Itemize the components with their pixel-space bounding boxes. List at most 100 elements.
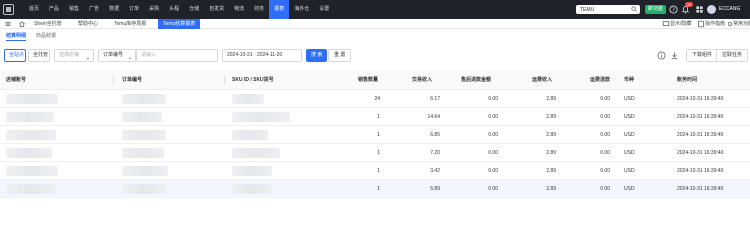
date-range-picker[interactable]: 2024-10-21 - 2024-11-20 <box>222 49 302 62</box>
table-row[interactable]: 1 14.64 0.00 2.89 0.00 USD 2024-10-31 16… <box>0 108 750 126</box>
download-icon[interactable] <box>670 51 679 60</box>
nav-item-settings[interactable]: 设置 <box>314 0 334 19</box>
site-filter-text[interactable]: 全托管 <box>28 49 50 62</box>
column-divider[interactable] <box>224 75 225 85</box>
help-icon[interactable]: ? <box>669 5 678 14</box>
page-tab-bar: Shein全托管 帮助中心 Temu库存周报 Temu结算报表 显示/隐藏 操作… <box>0 19 750 29</box>
col-store-account[interactable]: 店铺账号 <box>6 70 26 90</box>
nav-item-orders[interactable]: 订单 <box>124 0 144 19</box>
guide-icon[interactable] <box>697 20 705 28</box>
global-search-input[interactable] <box>580 6 628 13</box>
store-account-cell <box>6 184 56 194</box>
currency-cell: USD <box>624 132 635 138</box>
tab-help-center[interactable]: 帮助中心 <box>78 19 98 29</box>
tab-temu-settlement[interactable]: Temu结算报表 <box>158 19 201 29</box>
subtab-product-finance[interactable]: 商品财报 <box>36 32 56 40</box>
income-cell: 6.85 <box>430 132 440 138</box>
sku-cell <box>232 166 272 176</box>
nav-item-warehouse[interactable]: 仓储 <box>184 0 204 19</box>
grid-icon[interactable] <box>695 5 704 14</box>
nav-item-purchase[interactable]: 采购 <box>144 0 164 19</box>
order-number-cell <box>122 94 166 104</box>
order-number-cell <box>122 130 166 140</box>
store-select[interactable]: 选择店铺 ▼ <box>54 49 94 62</box>
info-icon[interactable] <box>657 51 666 60</box>
sku-cell <box>232 94 264 104</box>
col-shipping-income[interactable]: 运费收入 <box>532 70 552 90</box>
col-qty[interactable]: 销售数量 <box>358 70 378 90</box>
nav-item-overseas-warehouse[interactable]: 海外仓 <box>289 0 314 19</box>
site-select[interactable]: 全站点 <box>4 49 26 62</box>
table-row[interactable]: 1 7.20 0.00 2.89 0.00 USD 2024-10-31 16:… <box>0 144 750 162</box>
nav-item-first-leg[interactable]: 头程 <box>164 0 184 19</box>
nav-item-data[interactable]: 数据 <box>104 0 124 19</box>
sku-cell <box>232 184 272 194</box>
shipping-income-cell: 2.89 <box>546 150 556 156</box>
shipping-income-cell: 2.89 <box>546 96 556 102</box>
search-icon[interactable] <box>631 6 637 12</box>
col-sku[interactable]: SKU ID / SKU货号 <box>232 70 274 90</box>
avatar[interactable] <box>707 5 716 14</box>
col-refund[interactable]: 售后退款金额 <box>461 70 491 90</box>
qty-cell: 1 <box>377 168 380 174</box>
table-row[interactable]: 1 3.42 0.00 2.89 0.00 USD 2024-10-31 16:… <box>0 162 750 180</box>
nav-item-logistics[interactable]: 物流 <box>229 0 249 19</box>
nav-item-reports[interactable]: 报表 <box>269 0 290 19</box>
accounting-time-cell: 2024-10-31 16:39:40 <box>677 96 724 102</box>
subtab-settlement-detail[interactable]: 结算明细 <box>6 32 27 41</box>
nav-item-self-ship[interactable]: 自发货 <box>204 0 229 19</box>
svg-text:?: ? <box>672 7 675 13</box>
tab-shein[interactable]: Shein全托管 <box>34 19 62 29</box>
date-separator: - <box>253 52 256 58</box>
export-task-button[interactable]: 拉取任务 <box>716 49 749 62</box>
date-end[interactable]: 2024-11-20 <box>257 52 282 58</box>
col-currency[interactable]: 币种 <box>624 70 634 90</box>
store-account-cell <box>6 130 56 140</box>
menu-toggle-icon[interactable] <box>4 20 12 28</box>
nav-item-sales[interactable]: 销售 <box>64 0 84 19</box>
refund-cell: 0.00 <box>488 168 498 174</box>
display-icon[interactable] <box>662 20 670 28</box>
download-center-button[interactable]: 下载组件 <box>686 49 719 62</box>
table-row[interactable]: 1 5.89 0.00 2.89 0.00 USD 2024-10-31 16:… <box>0 180 750 198</box>
display-toggle[interactable]: 显示/隐藏 <box>670 19 691 29</box>
new-features-button[interactable]: 新功能 <box>645 5 667 14</box>
col-order-number[interactable]: 订单编号 <box>122 70 142 90</box>
shipping-refund-cell: 0.00 <box>600 168 610 174</box>
order-type-select[interactable]: 订单编号 ▼ <box>98 49 136 62</box>
store-account-cell <box>6 166 58 176</box>
search-button[interactable]: 搜 索 <box>306 49 328 62</box>
logo-icon[interactable] <box>3 4 14 15</box>
accounting-time-cell: 2024-10-31 16:39:40 <box>677 114 724 120</box>
reset-button[interactable]: 重 置 <box>328 49 352 62</box>
column-divider[interactable] <box>113 75 114 85</box>
table-row[interactable]: 24 6.17 0.00 2.89 0.00 USD 2024-10-31 16… <box>0 90 750 108</box>
shipping-income-cell: 2.89 <box>546 132 556 138</box>
shipping-income-cell: 2.89 <box>546 168 556 174</box>
col-accounting-time[interactable]: 账务时间 <box>677 70 697 90</box>
tab-temu-inventory[interactable]: Temu库存周报 <box>114 19 146 29</box>
nav-item-product[interactable]: 产品 <box>44 0 64 19</box>
shipping-refund-cell: 0.00 <box>600 186 610 192</box>
col-income[interactable]: 交易收入 <box>412 70 432 90</box>
accounting-time-cell: 2024-10-31 16:39:40 <box>677 150 724 156</box>
global-search[interactable] <box>576 5 640 14</box>
currency-cell: USD <box>624 96 635 102</box>
top-nav: 首页 产品 销售 广告 数据 订单 采购 头程 仓储 自发货 物流 财务 报表 … <box>0 0 750 19</box>
table-header: 店铺账号 订单编号 SKU ID / SKU货号 销售数量 交易收入 售后退款金… <box>0 70 750 90</box>
nav-item-finance[interactable]: 财务 <box>249 0 269 19</box>
user-name[interactable]: ECCANG <box>719 0 740 19</box>
order-number-cell <box>122 148 164 158</box>
common-settings[interactable]: 常用功能设置 <box>733 19 750 29</box>
table-row[interactable]: 1 6.85 0.00 2.89 0.00 USD 2024-10-31 16:… <box>0 126 750 144</box>
col-shipping-refund[interactable]: 运费退款 <box>590 70 610 90</box>
nav-item-home[interactable]: 首页 <box>24 0 44 19</box>
operation-guide[interactable]: 操作指南 <box>705 19 725 29</box>
order-number-input[interactable]: 请输入 <box>136 49 218 62</box>
currency-cell: USD <box>624 168 635 174</box>
home-icon[interactable] <box>18 20 26 28</box>
date-start[interactable]: 2024-10-21 <box>227 52 253 58</box>
nav-item-ads[interactable]: 广告 <box>84 0 104 19</box>
shipping-refund-cell: 0.00 <box>600 150 610 156</box>
income-cell: 3.42 <box>430 168 440 174</box>
